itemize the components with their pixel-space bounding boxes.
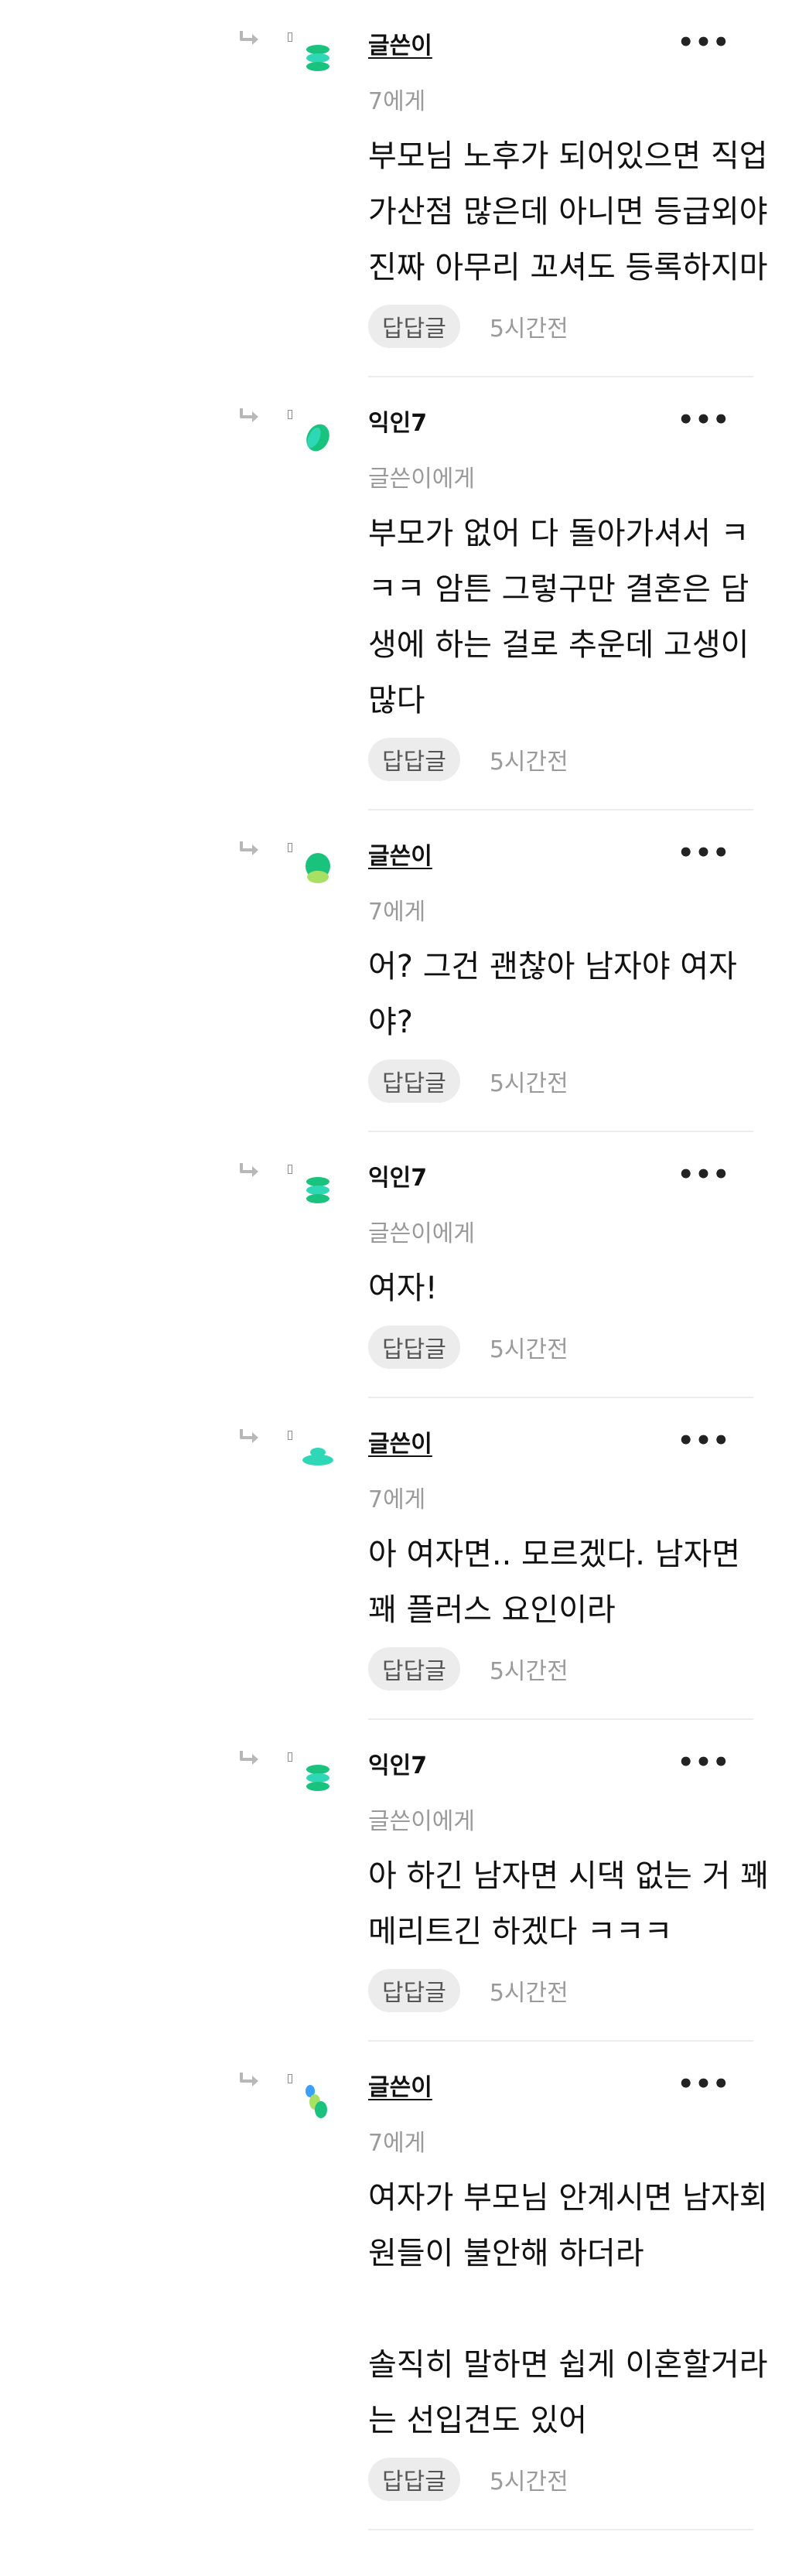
reply-footer: 답답글 5시간전 [368, 736, 568, 783]
avatar-icon[interactable] [296, 415, 340, 458]
reply-to-reply-button[interactable]: 답답글 [368, 1059, 460, 1103]
reply-text-line: 원들이 불안해 하더라 [368, 2236, 644, 2271]
placeholder-glyph-icon [288, 1165, 292, 1174]
more-options-icon[interactable]: ••• [678, 2071, 729, 2097]
reply-content: 어? 그건 괜찮아 남자야 여자야? [368, 939, 770, 1050]
reply-item: 글쓴이 ••• 7에게 어? 그건 괜찮아 남자야 여자야? 답답글 5시간전 [0, 810, 792, 1132]
reply-to-reply-button[interactable]: 답답글 [368, 1326, 460, 1369]
recipient-label: 글쓴이에게 [368, 466, 475, 493]
timestamp: 5시간전 [489, 1070, 568, 1097]
reply-arrow-icon [240, 2073, 258, 2086]
more-options-icon[interactable]: ••• [678, 1428, 729, 1454]
reply-item: 익인7 ••• 글쓴이에게 여자! 답답글 5시간전 [0, 1132, 792, 1398]
timestamp: 5시간전 [489, 749, 568, 776]
reply-to-reply-button[interactable]: 답답글 [368, 305, 460, 348]
author-name[interactable]: 익인7 [368, 408, 427, 439]
reply-content: 여자가 부모님 안계시면 남자회원들이 불안해 하더라솔직히 말하면 쉽게 이혼… [368, 2170, 770, 2448]
reply-text-line: 아 여자면.. 모르겠다. 남자면 [368, 1537, 741, 1572]
reply-text-line: 많다 [368, 683, 425, 718]
reply-text-line: 아 하긴 남자면 시댁 없는 거 꽤 [368, 1858, 769, 1894]
reply-footer: 답답글 5시간전 [368, 1967, 568, 2014]
reply-to-reply-button[interactable]: 답답글 [368, 2458, 460, 2501]
divider [368, 2529, 753, 2530]
placeholder-glyph-icon [288, 1431, 292, 1440]
reply-content: 부모님 노후가 되어있으면 직업가산점 많은데 아니면 등급외야진짜 아무리 꼬… [368, 128, 770, 295]
reply-text-line: 진짜 아무리 꼬셔도 등록하지마 [368, 250, 768, 285]
reply-arrow-icon [240, 1163, 258, 1177]
reply-text-line: 생에 하는 걸로 추운데 고생이 [368, 627, 749, 663]
recipient-label: 글쓴이에게 [368, 1808, 475, 1835]
reply-arrow-icon [240, 1751, 258, 1765]
avatar-icon[interactable] [296, 1169, 340, 1213]
timestamp: 5시간전 [489, 316, 568, 343]
reply-footer: 답답글 5시간전 [368, 1646, 568, 1692]
more-options-icon[interactable]: ••• [678, 29, 729, 56]
reply-text-line: 어? 그건 괜찮아 남자야 여자 [368, 949, 737, 984]
reply-text-line: 꽤 플러스 요인이라 [368, 1592, 616, 1628]
reply-text-line: 가산점 많은데 아니면 등급외야 [368, 194, 768, 230]
placeholder-glyph-icon [288, 410, 292, 419]
reply-to-reply-button[interactable]: 답답글 [368, 1647, 460, 1691]
reply-arrow-icon [240, 841, 258, 855]
reply-text-line: 부모님 노후가 되어있으면 직업 [368, 138, 768, 174]
reply-text-line: 여자! [368, 1271, 438, 1306]
author-name[interactable]: 글쓴이 [368, 2073, 432, 2103]
avatar-icon[interactable] [296, 37, 340, 80]
author-name[interactable]: 글쓴이 [368, 31, 432, 62]
reply-footer: 답답글 5시간전 [368, 2456, 568, 2503]
reply-footer: 답답글 5시간전 [368, 1058, 568, 1104]
reply-item: 글쓴이 ••• 7에게 부모님 노후가 되어있으면 직업가산점 많은데 아니면 … [0, 0, 792, 377]
timestamp: 5시간전 [489, 1658, 568, 1685]
reply-footer: 답답글 5시간전 [368, 1324, 568, 1370]
reply-text-line: 부모가 없어 다 돌아가셔서 ㅋ [368, 516, 749, 551]
recipient-label: 7에게 [368, 88, 426, 115]
reply-arrow-icon [240, 31, 258, 45]
recipient-label: 7에게 [368, 899, 426, 926]
reply-arrow-icon [240, 408, 258, 422]
reply-footer: 답답글 5시간전 [368, 303, 568, 350]
placeholder-glyph-icon [288, 843, 292, 852]
reply-arrow-icon [240, 1429, 258, 1443]
reply-to-reply-button[interactable]: 답답글 [368, 1969, 460, 2012]
timestamp: 5시간전 [489, 1980, 568, 2007]
reply-thread: 글쓴이 ••• 7에게 부모님 노후가 되어있으면 직업가산점 많은데 아니면 … [0, 0, 792, 2530]
author-name[interactable]: 익인7 [368, 1751, 427, 1782]
reply-text-line: 솔직히 말하면 쉽게 이혼할거라 [368, 2347, 768, 2383]
reply-text-line [368, 2281, 770, 2337]
more-options-icon[interactable]: ••• [678, 407, 729, 433]
reply-item: 글쓴이 ••• 7에게 여자가 부모님 안계시면 남자회원들이 불안해 하더라솔… [0, 2042, 792, 2530]
reply-item: 익인7 ••• 글쓴이에게 부모가 없어 다 돌아가셔서 ㅋㅋㅋ 암튼 그렇구만… [0, 377, 792, 810]
reply-text-line: 야? [368, 1005, 414, 1040]
recipient-label: 7에게 [368, 2130, 426, 2157]
timestamp: 5시간전 [489, 2469, 568, 2496]
recipient-label: 글쓴이에게 [368, 1220, 475, 1247]
author-name[interactable]: 익인7 [368, 1163, 427, 1194]
reply-text-line: ㅋㅋ 암튼 그렇구만 결혼은 담 [368, 571, 749, 607]
author-name[interactable]: 글쓴이 [368, 1429, 432, 1460]
avatar-icon[interactable] [296, 2079, 340, 2122]
avatar-icon[interactable] [296, 1757, 340, 1800]
reply-to-reply-button[interactable]: 답답글 [368, 738, 460, 781]
reply-item: 글쓴이 ••• 7에게 아 여자면.. 모르겠다. 남자면 꽤 플러스 요인이라 … [0, 1398, 792, 1720]
placeholder-glyph-icon [288, 1752, 292, 1762]
avatar-icon[interactable] [296, 848, 340, 891]
more-options-icon[interactable]: ••• [678, 840, 729, 866]
placeholder-glyph-icon [288, 2074, 292, 2083]
reply-content: 여자! [368, 1261, 770, 1316]
reply-content: 부모가 없어 다 돌아가셔서 ㅋㅋㅋ 암튼 그렇구만 결혼은 담생에 하는 걸로… [368, 506, 770, 728]
reply-text-line: 는 선입견도 있어 [368, 2403, 588, 2438]
recipient-label: 7에게 [368, 1486, 426, 1513]
author-name[interactable]: 글쓴이 [368, 841, 432, 872]
reply-item: 익인7 ••• 글쓴이에게 아 하긴 남자면 시댁 없는 거 꽤메리트긴 하겠다… [0, 1720, 792, 2042]
more-options-icon[interactable]: ••• [678, 1162, 729, 1188]
placeholder-glyph-icon [288, 32, 292, 42]
reply-content: 아 하긴 남자면 시댁 없는 거 꽤메리트긴 하겠다 ㅋㅋㅋ [368, 1848, 770, 1960]
avatar-icon[interactable] [296, 1435, 340, 1479]
reply-text-line: 메리트긴 하겠다 ㅋㅋㅋ [368, 1914, 673, 1950]
more-options-icon[interactable]: ••• [678, 1749, 729, 1776]
timestamp: 5시간전 [489, 1336, 568, 1363]
reply-content: 아 여자면.. 모르겠다. 남자면꽤 플러스 요인이라 [368, 1527, 770, 1638]
reply-text-line: 여자가 부모님 안계시면 남자회 [368, 2180, 768, 2216]
